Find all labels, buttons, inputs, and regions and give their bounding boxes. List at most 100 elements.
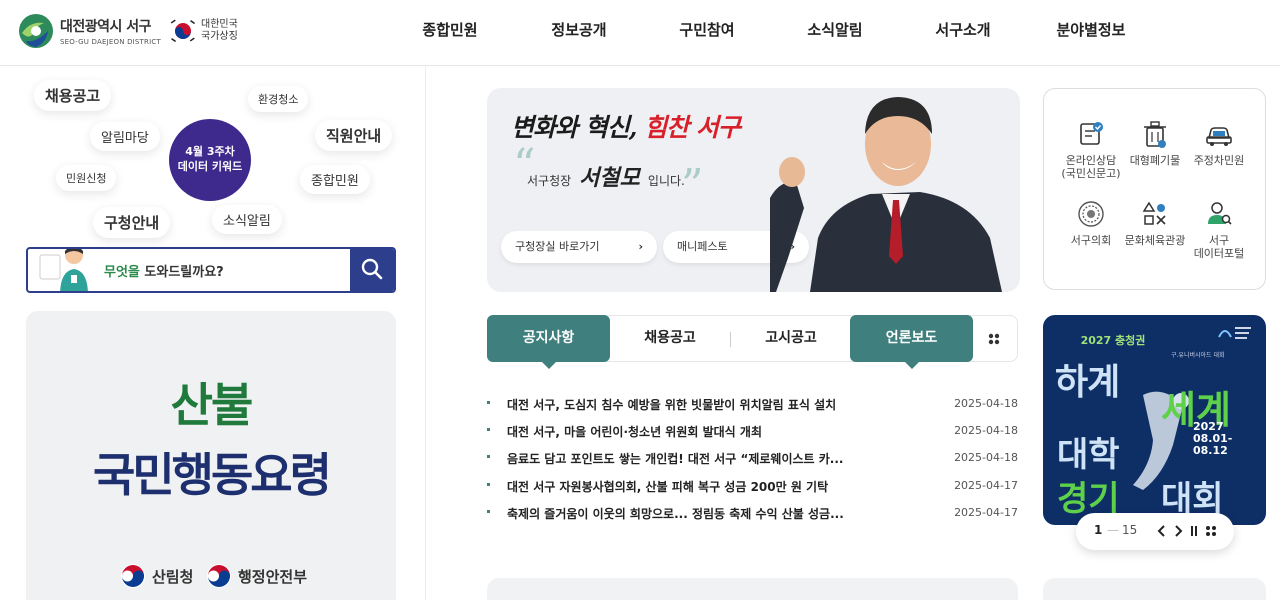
council-emblem-icon xyxy=(1078,201,1104,227)
bullet xyxy=(487,428,490,432)
quick-large-waste-label: 대형폐기물 xyxy=(1129,154,1181,167)
quick-data-portal-label: 서구 데이터포털 xyxy=(1193,234,1245,260)
poster-subtitle: 2027 충청권 xyxy=(1080,334,1146,347)
grid-dots-icon[interactable] xyxy=(1204,524,1218,538)
agency-interior-safety: 행정안전부 xyxy=(206,563,307,589)
keyword-environment[interactable]: 환경청소 xyxy=(248,86,309,112)
pager-total: 15 xyxy=(1122,523,1138,537)
news-item[interactable]: 대전 서구, 도심지 침수 예방을 위한 빗물받이 위치알림 표식 설치 202… xyxy=(487,394,1018,421)
government-emblem-icon xyxy=(207,564,231,588)
mayor-slogan: 변화와 혁신, 힘찬 서구 xyxy=(511,108,741,144)
quick-culture-label: 문화체육관광 xyxy=(1124,234,1186,247)
national-symbol-link[interactable]: 대한민국 국가상징 xyxy=(170,18,238,44)
poster-date-end: 08.12 xyxy=(1193,444,1228,457)
grid-dots-icon xyxy=(988,333,1000,345)
bullet xyxy=(487,401,490,404)
poster-word-summer: 하계 xyxy=(1055,362,1120,403)
news-title: 축제의 즐거움이 이웃의 희망으로... 정림동 축제 수익 산불 성금... xyxy=(507,506,844,521)
pause-icon[interactable] xyxy=(1188,524,1200,538)
data-keyword-badge[interactable]: 4월 3주차 데이터 키워드 xyxy=(169,119,251,201)
tab-notice[interactable]: 공지사항 xyxy=(487,315,610,369)
keyword-civil-service[interactable]: 종합민원 xyxy=(300,165,370,194)
universiade-poster[interactable]: 2027 충청권 구.유니버시아드 대회 하계 세계 대학 경기 대회 2027… xyxy=(1043,315,1266,525)
quick-council-label: 서구의회 xyxy=(1070,234,1112,247)
waste-bin-icon xyxy=(1144,121,1166,148)
nav-civil-service[interactable]: 종합민원 xyxy=(385,0,515,66)
pager-current: 1 xyxy=(1094,523,1103,537)
nav-field-info[interactable]: 분야별정보 xyxy=(1027,0,1155,66)
news-title: 대전 서구, 도심지 침수 예방을 위한 빗물받이 위치알림 표식 설치 xyxy=(507,398,837,412)
news-item[interactable]: 대전 서구, 마을 어린이·청소년 위원회 발대식 개최 2025-04-18 xyxy=(487,421,1018,448)
keyword-recruitment[interactable]: 채용공고 xyxy=(34,80,112,111)
keyword-civil-application[interactable]: 민원신청 xyxy=(56,165,117,191)
mayor-title: 서구청장 xyxy=(527,174,572,188)
poster-dates: 2027 08.01- 08.12 xyxy=(1193,421,1232,457)
car-icon xyxy=(1206,127,1232,146)
search-box: 무엇을 도와드릴까요? xyxy=(26,247,396,293)
bottom-card xyxy=(1043,578,1266,600)
keyword-week-label: 4월 3주차 xyxy=(185,145,235,158)
agency-interior-safety-label: 행정안전부 xyxy=(238,567,308,586)
quick-culture-sports[interactable]: 문화체육관광 xyxy=(1120,199,1190,247)
news-date: 2025-04-17 xyxy=(954,478,1018,492)
chevron-right-icon: › xyxy=(638,240,643,253)
keyword-news[interactable]: 소식알림 xyxy=(212,205,282,234)
quick-parking-complaint[interactable]: 주정차민원 xyxy=(1184,119,1254,167)
culture-shapes-icon xyxy=(1142,201,1166,225)
next-icon[interactable] xyxy=(1172,524,1184,538)
logo-korean-name: 대전광역시 서구 xyxy=(60,19,152,35)
logo-english-name: SEO-GU DAEJEON DISTRICT xyxy=(60,38,161,46)
news-title: 대전 서구, 마을 어린이·청소년 위원회 발대식 개최 xyxy=(507,425,762,440)
news-date: 2025-04-17 xyxy=(954,505,1018,519)
left-column: 채용공고 환경청소 알림마당 직원안내 민원신청 종합민원 구청안내 소식알림 … xyxy=(0,66,426,600)
quick-online-consult[interactable]: 온라인상담 (국민신문고) xyxy=(1056,119,1126,180)
quick-menu: 온라인상담 (국민신문고) 대형폐기물 주정차민원 서구의회 문화체육관광 서구… xyxy=(1043,88,1266,290)
quick-large-waste[interactable]: 대형폐기물 xyxy=(1120,119,1190,167)
universiade-logo-icon xyxy=(1218,327,1251,339)
guide-character-icon xyxy=(39,249,88,291)
search-icon xyxy=(361,258,383,279)
mayor-office-label: 구청장실 바로가기 xyxy=(515,240,600,253)
nav-about-seogu[interactable]: 서구소개 xyxy=(899,0,1027,66)
wildfire-guide-banner[interactable]: 산불 국민행동요령 산림청 행정안전부 xyxy=(26,311,396,600)
quick-parking-label: 주정차민원 xyxy=(1193,154,1245,167)
search-button[interactable] xyxy=(350,249,394,291)
prev-icon[interactable] xyxy=(1156,524,1168,538)
pager-separator: — xyxy=(1107,523,1119,537)
banner-pager: 1 — 15 xyxy=(1076,513,1234,550)
search-input[interactable] xyxy=(102,249,352,291)
keyword-office-guide[interactable]: 구청안내 xyxy=(93,207,171,238)
quick-council[interactable]: 서구의회 xyxy=(1056,199,1126,247)
tabs-more-button[interactable] xyxy=(971,316,1017,361)
keyword-title-label: 데이터 키워드 xyxy=(177,160,243,173)
news-item[interactable]: 축제의 즐거움이 이웃의 희망으로... 정림동 축제 수익 산불 성금... … xyxy=(487,503,1018,530)
tab-announcement[interactable]: 고시공고 xyxy=(731,315,851,362)
news-item[interactable]: 음료도 담고 포인트도 쌓는 개인컵! 대전 서구 “제로웨이스트 카... 2… xyxy=(487,448,1018,475)
slogan-part-2: 힘찬 서구 xyxy=(644,113,741,142)
keyword-notice-board[interactable]: 알림마당 xyxy=(90,122,160,151)
mayor-intro: 서구청장 서철모 입니다. xyxy=(527,160,685,192)
agency-forest-service-label: 산림청 xyxy=(152,567,194,586)
tab-press[interactable]: 언론보도 xyxy=(850,315,973,369)
seo-gu-logo[interactable]: 대전광역시 서구 SEO-GU DAEJEON DISTRICT xyxy=(18,13,161,49)
news-date: 2025-04-18 xyxy=(954,424,1018,438)
slogan-part-1: 변화와 혁신, xyxy=(511,113,645,142)
nav-news[interactable]: 소식알림 xyxy=(771,0,899,66)
nav-info-disclosure[interactable]: 정보공개 xyxy=(515,0,643,66)
mayor-intro-ending: 입니다. xyxy=(647,174,685,188)
mayor-office-button[interactable]: 구청장실 바로가기 › xyxy=(501,231,657,263)
quick-data-portal[interactable]: 서구 데이터포털 xyxy=(1184,199,1254,260)
poster-word-university: 대학 xyxy=(1057,435,1120,475)
taegeuk-icon xyxy=(170,19,196,43)
bullet xyxy=(487,482,490,486)
mayor-name: 서철모 xyxy=(579,165,640,191)
board-tabs: 공지사항 채용공고 고시공고 언론보도 xyxy=(487,315,1018,369)
keyword-staff-guide[interactable]: 직원안내 xyxy=(315,120,393,151)
nav-participation[interactable]: 구민참여 xyxy=(643,0,771,66)
news-title: 음료도 담고 포인트도 쌓는 개인컵! 대전 서구 “제로웨이스트 카... xyxy=(507,452,844,467)
news-item[interactable]: 대전 서구 자원봉사협의회, 산불 피해 복구 성금 200만 원 기탁 202… xyxy=(487,476,1018,503)
national-symbol-text-1: 대한민국 xyxy=(201,19,238,30)
tab-recruitment[interactable]: 채용공고 xyxy=(610,315,730,362)
quick-online-consult-label: 온라인상담 (국민신문고) xyxy=(1061,154,1121,180)
banner-title-guideline: 국민행동요령 xyxy=(93,448,332,502)
